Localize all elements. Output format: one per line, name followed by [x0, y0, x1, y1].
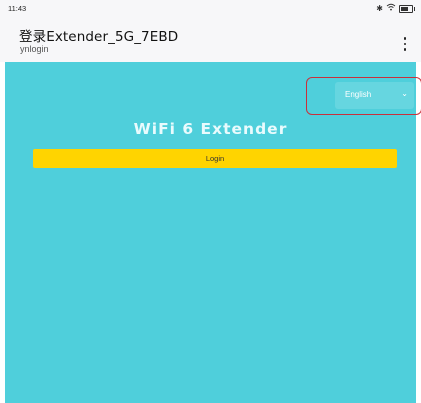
status-bar: 11:43 ✱ — [0, 0, 421, 20]
chevron-down-icon: ⌄ — [401, 89, 408, 98]
status-icons: ✱ — [376, 3, 415, 14]
battery-icon — [399, 4, 415, 13]
app-header: 登录Extender_5G_7EBD ynlogin — [0, 20, 421, 62]
login-button[interactable]: Login — [33, 149, 397, 168]
more-vertical-icon[interactable] — [403, 37, 407, 51]
login-page: English ⌄ WiFi 6 Extender Login — [5, 62, 421, 403]
page-title: 登录Extender_5G_7EBD — [19, 29, 179, 45]
page-subtitle: ynlogin — [20, 44, 49, 54]
status-time: 11:43 — [8, 4, 27, 13]
brand-title: WiFi 6 Extender — [133, 120, 288, 138]
language-select-value: English — [345, 90, 372, 99]
language-select[interactable]: English ⌄ — [335, 82, 414, 109]
bluetooth-icon: ✱ — [376, 3, 383, 13]
wifi-icon — [386, 3, 396, 14]
